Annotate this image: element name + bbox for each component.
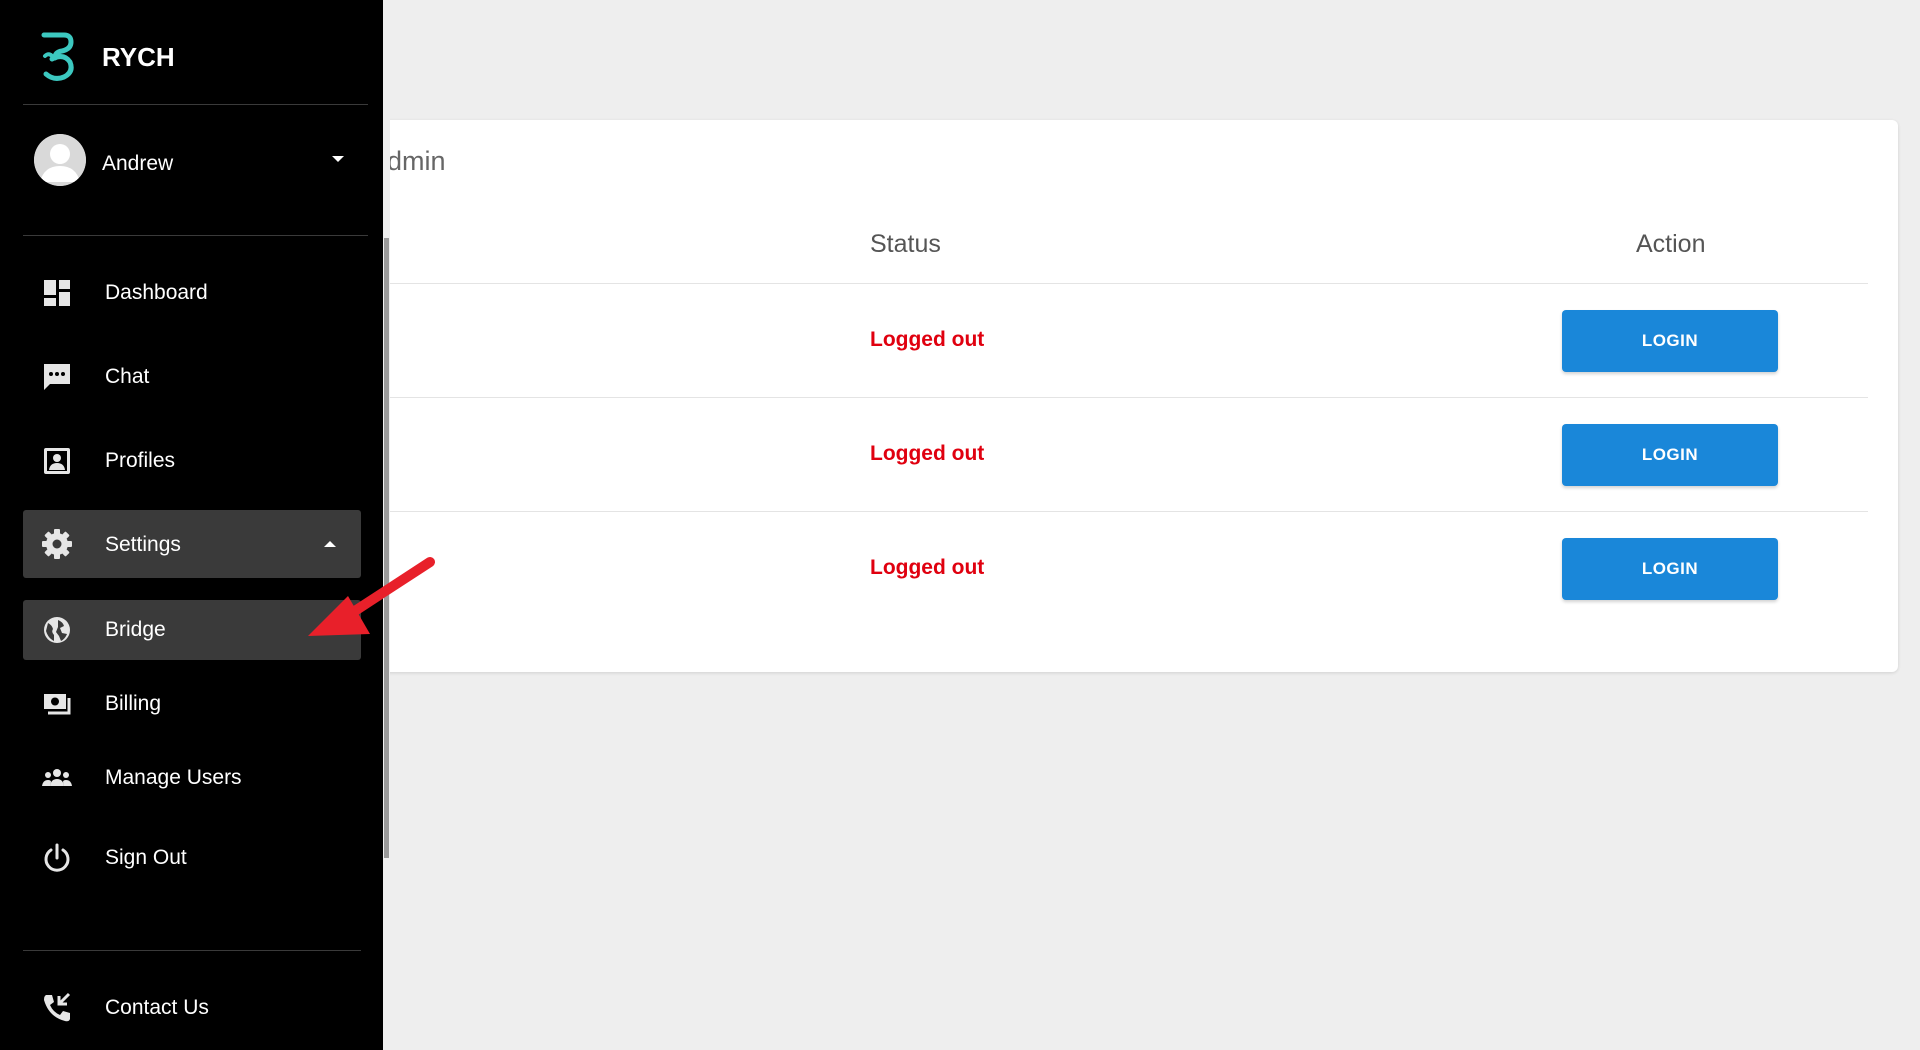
phone-call-icon	[44, 992, 71, 1022]
sidebar-item-label: Sign Out	[105, 846, 187, 869]
sidebar-item-label: Billing	[105, 692, 162, 715]
profile-card-icon	[44, 448, 70, 474]
card-title: dmin	[387, 146, 446, 176]
sidebar-item-label: Bridge	[105, 618, 166, 641]
gear-icon	[42, 529, 72, 559]
sidebar-item-manage-users[interactable]: Manage Users	[23, 748, 361, 808]
sidebar-item-label: Settings	[105, 533, 181, 556]
action-column-header: Action	[1636, 230, 1706, 258]
status-text: Logged out	[870, 556, 985, 579]
app-name: RYCH	[102, 42, 175, 72]
divider	[23, 104, 368, 105]
chat-icon	[44, 364, 70, 390]
login-button[interactable]: LOGIN	[1562, 424, 1778, 486]
users-group-icon	[42, 769, 72, 786]
status-text: Logged out	[870, 328, 985, 351]
status-column-header: Status	[870, 230, 941, 258]
user-name: Andrew	[102, 152, 174, 175]
sidebar: RYCH Andrew Dashboard Chat Profiles Sett…	[0, 0, 390, 1050]
sidebar-item-sign-out[interactable]: Sign Out	[23, 828, 361, 888]
table-header: Status Action	[300, 230, 1868, 284]
table-row: n Logged out LOGIN	[300, 398, 1868, 512]
bridge-card: dmin Status Action m Logged out LOGIN n …	[300, 120, 1898, 672]
sidebar-item-chat[interactable]: Chat	[23, 347, 361, 407]
sidebar-item-contact-us[interactable]: Contact Us	[23, 978, 361, 1038]
sidebar-item-label: Manage Users	[105, 766, 242, 789]
status-text: Logged out	[870, 442, 985, 465]
brand[interactable]: RYCH	[40, 32, 370, 82]
divider	[23, 950, 361, 951]
login-button[interactable]: LOGIN	[1562, 310, 1778, 372]
power-icon	[44, 843, 70, 872]
sidebar-item-dashboard[interactable]: Dashboard	[23, 263, 361, 323]
sidebar-item-label: Contact Us	[105, 996, 209, 1019]
divider	[23, 235, 368, 236]
billing-money-icon	[44, 694, 71, 715]
sidebar-item-label: Profiles	[105, 449, 176, 472]
sidebar-item-label: Chat	[105, 365, 150, 388]
table-row: p Logged out LOGIN	[300, 512, 1868, 626]
dashboard-icon	[44, 280, 70, 306]
login-button[interactable]: LOGIN	[1562, 538, 1778, 600]
user-menu[interactable]: Andrew	[34, 134, 354, 186]
avatar	[34, 134, 86, 186]
annotation-arrow-icon	[308, 557, 435, 636]
chevron-up-icon[interactable]	[324, 541, 336, 547]
globe-icon	[44, 617, 70, 643]
table-row: m Logged out LOGIN	[300, 284, 1868, 398]
sidebar-item-profiles[interactable]: Profiles	[23, 431, 361, 491]
rych-logo-icon	[41, 32, 74, 81]
chevron-down-icon[interactable]	[332, 156, 344, 162]
avatar-silhouette-icon	[34, 134, 86, 186]
sidebar-item-billing[interactable]: Billing	[23, 674, 361, 734]
sidebar-scrollbar-thumb[interactable]	[384, 238, 389, 858]
sidebar-item-label: Dashboard	[105, 281, 208, 304]
